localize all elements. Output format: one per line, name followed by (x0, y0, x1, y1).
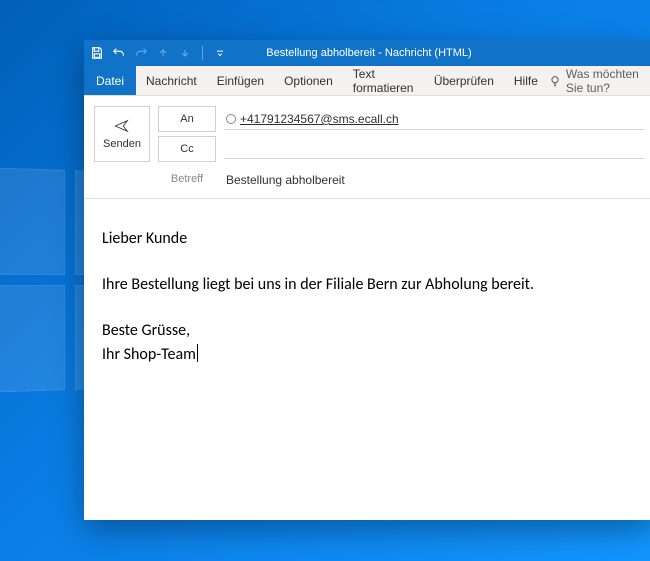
tab-options[interactable]: Optionen (274, 66, 343, 95)
subject-label: Betreff (158, 173, 216, 185)
tab-format-text[interactable]: Text formatieren (343, 66, 424, 95)
text-cursor (197, 344, 198, 362)
next-item-icon[interactable] (178, 46, 192, 60)
body-closing: Beste Grüsse, (102, 319, 636, 343)
titlebar: Bestellung abholbereit - Nachricht (HTML… (84, 40, 650, 66)
send-icon (112, 118, 132, 134)
qat-separator (202, 46, 203, 60)
cc-label: Cc (180, 143, 193, 155)
lightbulb-icon (548, 74, 562, 88)
tab-insert[interactable]: Einfügen (207, 66, 274, 95)
body-greeting: Lieber Kunde (102, 227, 636, 251)
send-button[interactable]: Senden (94, 106, 150, 162)
customize-qat-icon[interactable] (213, 46, 227, 60)
compose-header: Senden An +41791234567@sms.ecall.ch Cc B… (84, 96, 650, 199)
ribbon-tabs: Datei Nachricht Einfügen Optionen Text f… (84, 66, 650, 96)
to-recipient[interactable]: +41791234567@sms.ecall.ch (240, 112, 399, 126)
to-label: An (180, 113, 193, 125)
message-body[interactable]: Lieber Kunde Ihre Bestellung liegt bei u… (84, 199, 650, 520)
cc-button[interactable]: Cc (158, 136, 216, 162)
tab-message[interactable]: Nachricht (136, 66, 207, 95)
tell-me-label: Was möchten Sie tun? (566, 67, 646, 95)
body-signature: Ihr Shop-Team (102, 343, 636, 367)
send-label: Senden (103, 138, 141, 150)
tab-file[interactable]: Datei (84, 66, 136, 95)
recipient-presence-icon (226, 114, 236, 124)
outlook-compose-window: Bestellung abholbereit - Nachricht (HTML… (84, 40, 650, 520)
tab-help[interactable]: Hilfe (504, 66, 548, 95)
cc-field[interactable] (224, 139, 644, 159)
redo-icon[interactable] (134, 46, 148, 60)
to-button[interactable]: An (158, 106, 216, 132)
body-line-1: Ihre Bestellung liegt bei uns in der Fil… (102, 273, 636, 297)
tab-review[interactable]: Überprüfen (424, 66, 504, 95)
previous-item-icon[interactable] (156, 46, 170, 60)
tell-me-search[interactable]: Was möchten Sie tun? (548, 66, 650, 95)
save-icon[interactable] (90, 46, 104, 60)
to-field[interactable]: +41791234567@sms.ecall.ch (224, 108, 644, 130)
quick-access-toolbar (90, 46, 227, 60)
subject-field[interactable]: Bestellung abholbereit (224, 169, 644, 190)
undo-icon[interactable] (112, 46, 126, 60)
